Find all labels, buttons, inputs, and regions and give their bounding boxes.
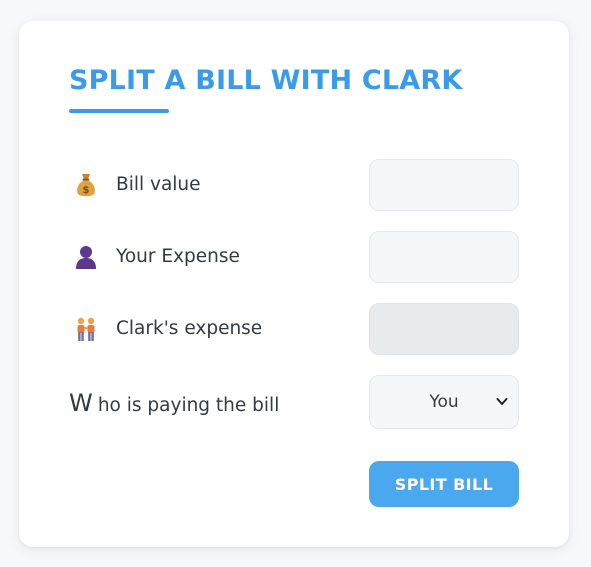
split-bill-card: SPLIT A BILL WITH CLARK $ Bill value You… — [19, 21, 569, 547]
chevron-down-icon — [496, 394, 508, 415]
bill-value-row: $ Bill value — [69, 159, 519, 211]
your-expense-input[interactable] — [369, 231, 519, 283]
person-silhouette-icon — [73, 244, 99, 270]
your-expense-label: Your Expense — [116, 246, 240, 267]
payer-label-initial: W — [69, 389, 93, 417]
two-people-icon — [73, 316, 99, 342]
your-expense-row: Your Expense — [69, 231, 519, 283]
friend-expense-input — [369, 303, 519, 355]
svg-text:$: $ — [83, 185, 90, 196]
form-title: SPLIT A BILL WITH CLARK — [69, 65, 463, 96]
payer-select[interactable]: You — [369, 375, 519, 429]
payer-label: W ho is paying the bill — [69, 389, 279, 417]
friend-expense-row: Clark's expense — [69, 303, 519, 355]
money-bag-icon: $ — [73, 172, 99, 198]
bill-value-input[interactable] — [369, 159, 519, 211]
split-bill-button[interactable]: SPLIT BILL — [369, 461, 519, 507]
bill-value-label: Bill value — [116, 174, 201, 195]
payer-selected-value: You — [429, 392, 459, 412]
payer-row: W ho is paying the bill You — [69, 375, 519, 429]
title-underline — [69, 109, 169, 113]
friend-expense-label: Clark's expense — [116, 318, 263, 339]
payer-label-rest: ho is paying the bill — [97, 395, 280, 416]
